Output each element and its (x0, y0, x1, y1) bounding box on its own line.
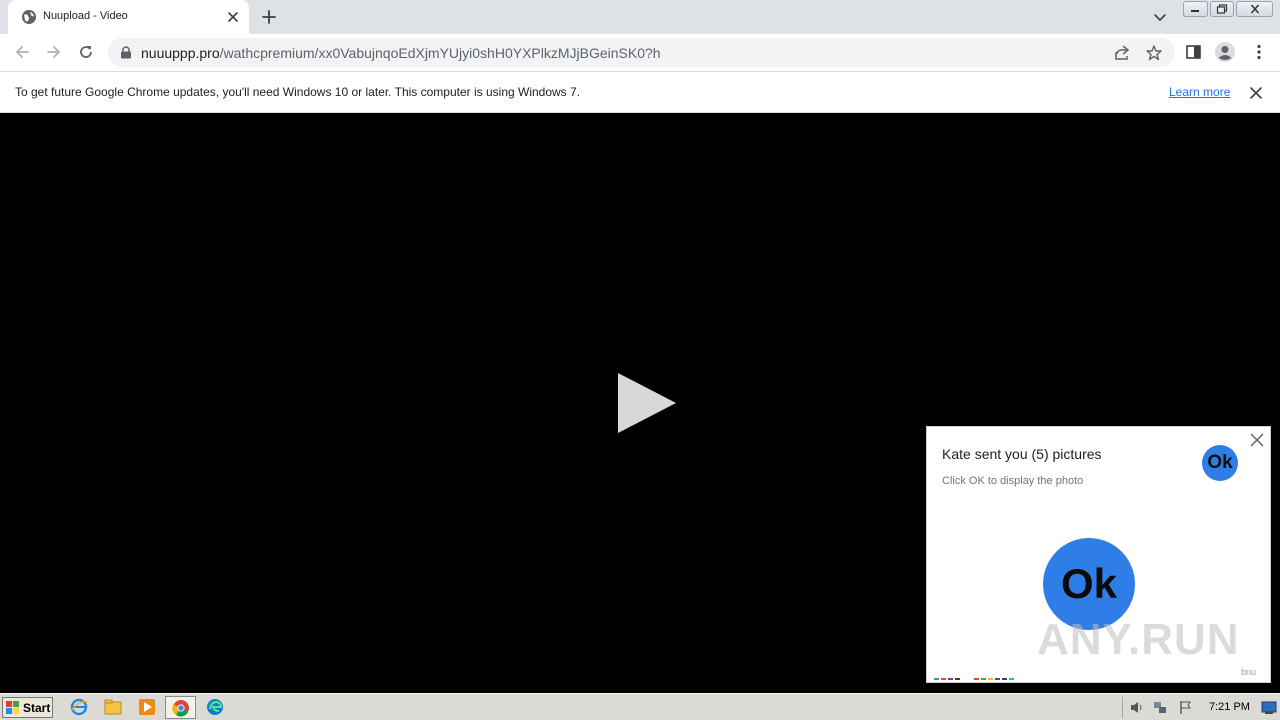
learn-more-link[interactable]: Learn more (1169, 85, 1230, 99)
network-icon[interactable] (1153, 700, 1168, 715)
taskbar-clock[interactable]: 7:21 PM (1209, 701, 1250, 713)
tab-active[interactable]: Nuupload - Video (8, 0, 249, 34)
address-bar[interactable]: nuuuppp.pro/wathcpremium/xx0VabujnqoEdXj… (108, 38, 1175, 67)
anyrun-watermark: ANY.RUN (1037, 615, 1240, 664)
reload-icon[interactable] (76, 42, 96, 62)
update-infobar: To get future Google Chrome updates, you… (0, 71, 1280, 113)
minimize-icon (1191, 10, 1200, 12)
flag-icon[interactable] (1178, 700, 1193, 715)
star-icon[interactable] (1145, 44, 1163, 62)
close-icon[interactable] (1249, 86, 1263, 100)
share-icon[interactable] (1113, 44, 1131, 62)
system-tray: 7:21 PM (1122, 697, 1278, 718)
profile-avatar-icon[interactable] (1214, 41, 1236, 63)
media-player-icon[interactable] (138, 698, 156, 716)
popup-title: Kate sent you (5) pictures (942, 446, 1102, 462)
popup-brand: bnu (1241, 667, 1257, 677)
chrome-icon (172, 700, 189, 717)
file-explorer-icon[interactable] (104, 698, 122, 716)
url-text[interactable]: nuuuppp.pro/wathcpremium/xx0VabujnqoEdXj… (141, 45, 661, 61)
ok-icon-small[interactable]: Ok (1202, 445, 1238, 481)
show-desktop-icon[interactable] (1261, 700, 1277, 715)
minimize-button[interactable] (1183, 1, 1208, 17)
color-strip (934, 678, 1016, 681)
lock-icon[interactable] (120, 46, 132, 59)
edge-icon[interactable] (206, 698, 224, 716)
back-arrow-icon[interactable] (12, 42, 32, 62)
speaker-icon[interactable] (1129, 700, 1144, 715)
url-host: nuuuppp.pro (141, 45, 220, 61)
close-icon[interactable] (1250, 433, 1264, 447)
new-tab-icon[interactable] (259, 7, 279, 27)
infobar-message: To get future Google Chrome updates, you… (15, 85, 581, 99)
notification-popup[interactable]: Kate sent you (5) pictures Click OK to d… (926, 426, 1271, 683)
internet-explorer-icon[interactable] (70, 698, 88, 716)
start-button[interactable]: Start (2, 697, 53, 718)
close-icon (1250, 4, 1259, 14)
close-icon[interactable] (225, 9, 241, 25)
restore-button[interactable] (1209, 1, 1235, 17)
popup-subtitle: Click OK to display the photo (942, 475, 1084, 487)
side-panel-icon[interactable] (1185, 43, 1203, 61)
start-label: Start (23, 700, 51, 715)
tab-strip: Nuupload - Video (0, 0, 1280, 34)
screen: Nuupload - Video nuuuppp.pro/wathcpremiu… (0, 0, 1280, 720)
tab-title: Nuupload - Video (43, 10, 128, 22)
windows-taskbar: Start 7:21 PM (0, 693, 1280, 720)
forward-arrow-icon[interactable] (44, 42, 64, 62)
globe-icon (22, 10, 36, 24)
kebab-menu-icon[interactable] (1250, 43, 1268, 61)
window-close-button[interactable] (1236, 1, 1273, 17)
windows-logo-icon (6, 700, 19, 714)
window-controls (1183, 1, 1275, 17)
restore-icon (1216, 4, 1228, 14)
chevron-down-icon[interactable] (1151, 8, 1169, 26)
url-path: /wathcpremium/xx0VabujnqoEdXjmYUjyi0shH0… (219, 45, 661, 61)
browser-toolbar: nuuuppp.pro/wathcpremium/xx0VabujnqoEdXj… (0, 34, 1280, 71)
play-icon[interactable] (617, 372, 677, 434)
taskbar-chrome-active[interactable] (165, 696, 196, 719)
